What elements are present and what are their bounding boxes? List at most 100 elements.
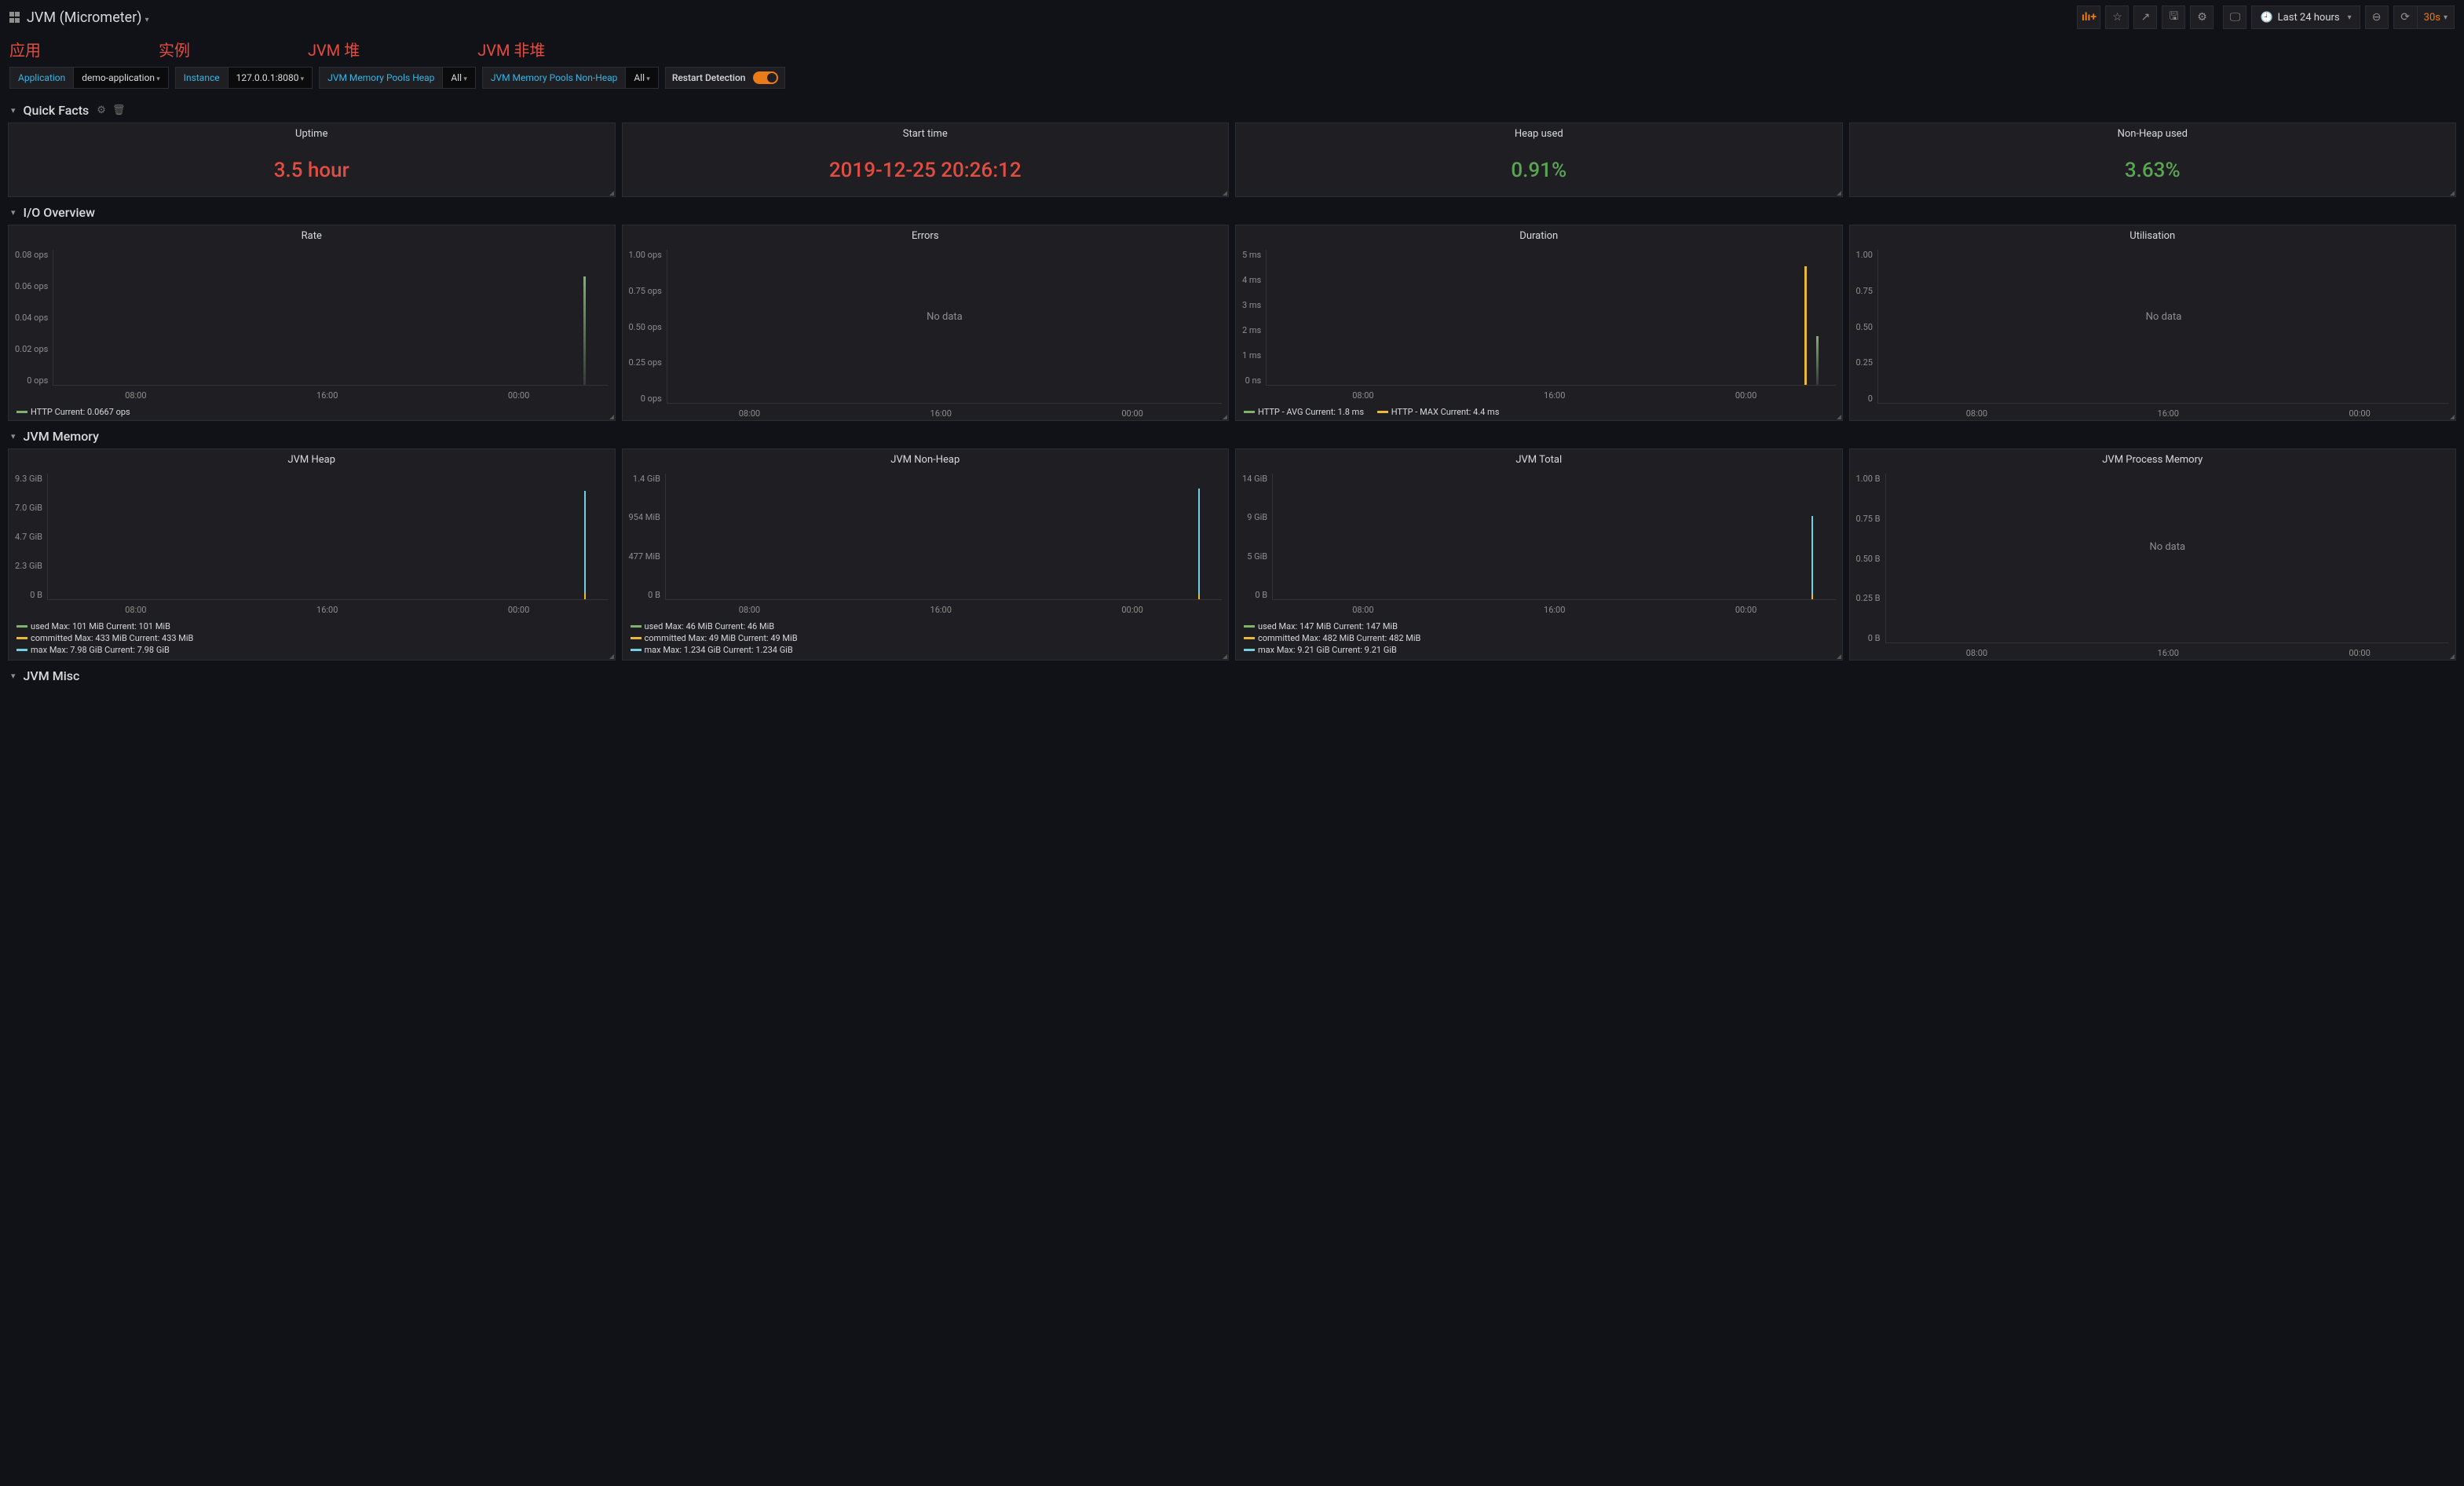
row-memory-header[interactable]: JVM Memory	[0, 421, 2464, 448]
x-axis: 08:0016:0000:00	[1850, 646, 2456, 660]
trash-icon[interactable]: 🗑	[112, 104, 126, 116]
panel-start-time-title: Start time	[623, 123, 1229, 145]
panel-uptime[interactable]: Uptime 3.5 hour	[8, 123, 616, 197]
x-axis: 08:0016:0000:00	[9, 603, 615, 617]
panel-uptime-title: Uptime	[9, 123, 615, 145]
var-nonheap[interactable]: JVM Memory Pools Non-Heap All	[482, 67, 659, 89]
gear-icon[interactable]: ⚙	[97, 104, 106, 116]
panel-duration-title: Duration	[1236, 225, 1842, 247]
panel-rate[interactable]: Rate 0.08 ops0.06 ops0.04 ops0.02 ops0 o…	[8, 225, 616, 421]
template-vars: Application demo-application Instance 12…	[0, 60, 2464, 95]
panel-jvm-total[interactable]: JVM Total 14 GiB9 GiB5 GiB0 B 08:0016:00…	[1235, 448, 1843, 661]
var-nonheap-label: JVM Memory Pools Non-Heap	[482, 67, 626, 89]
panel-jvm-nonheap-title: JVM Non-Heap	[623, 449, 1229, 470]
save-icon[interactable]: 🖫	[2162, 5, 2185, 29]
plot-area[interactable]: No data	[1885, 474, 2449, 643]
var-application[interactable]: Application demo-application	[9, 67, 169, 89]
row-misc-title: JVM Misc	[24, 668, 80, 683]
row-quick-facts-header[interactable]: Quick Facts ⚙ 🗑	[0, 95, 2464, 123]
resize-handle[interactable]	[1223, 654, 1227, 659]
panel-utilisation-title: Utilisation	[1850, 225, 2456, 247]
panel-jvm-heap[interactable]: JVM Heap 9.3 GiB7.0 GiB4.7 GiB2.3 GiB0 B…	[8, 448, 616, 661]
resize-handle[interactable]	[1837, 654, 1841, 659]
legend: used Max: 101 MiB Current: 101 MiB commi…	[9, 617, 615, 660]
legend: HTTP Current: 0.0667 ops	[9, 402, 615, 420]
y-axis: 5 ms4 ms3 ms2 ms1 ms0 ns	[1242, 250, 1266, 386]
var-heap-value[interactable]: All	[442, 67, 475, 89]
legend: HTTP - AVG Current: 1.8 ms HTTP - MAX Cu…	[1236, 402, 1842, 420]
data-spike-committed	[1811, 595, 1813, 599]
data-spike-max	[584, 491, 586, 599]
resize-handle[interactable]	[609, 654, 614, 659]
x-axis: 08:0016:0000:00	[623, 407, 1229, 420]
panel-jvm-nonheap[interactable]: JVM Non-Heap 1.4 GiB954 MiB477 MiB0 B 08…	[622, 448, 1230, 661]
panel-nonheap-used[interactable]: Non-Heap used 3.63%	[1849, 123, 2457, 197]
data-spike-max	[1811, 516, 1813, 599]
plot-area[interactable]	[665, 474, 1222, 600]
row-misc-header[interactable]: JVM Misc	[0, 661, 2464, 688]
resize-handle[interactable]	[1223, 415, 1227, 419]
var-instance[interactable]: Instance 127.0.0.1:8080	[175, 67, 313, 89]
chevron-down-icon	[11, 430, 16, 442]
refresh-interval[interactable]: 30s	[2417, 5, 2455, 29]
resize-handle[interactable]	[2450, 415, 2455, 419]
dashboard-icon	[9, 12, 20, 23]
resize-handle[interactable]	[2450, 191, 2455, 196]
row-quick-facts-title: Quick Facts	[24, 103, 90, 118]
star-icon[interactable]: ☆	[2105, 5, 2129, 29]
topbar: JVM (Micrometer) ılı+ ☆ ↗ 🖫 ⚙ 🖵 🕘 Last 2…	[0, 0, 2464, 35]
share-icon[interactable]: ↗	[2133, 5, 2157, 29]
plot-area[interactable]	[1272, 474, 1835, 600]
restart-detection-toggle[interactable]	[753, 71, 778, 84]
y-axis: 1.00 B0.75 B0.50 B0.25 B0 B	[1856, 474, 1885, 643]
plot-area[interactable]: No data	[667, 250, 1222, 404]
legend: used Max: 46 MiB Current: 46 MiB committ…	[623, 617, 1229, 660]
plot-area[interactable]: No data	[1877, 250, 2449, 404]
var-nonheap-value[interactable]: All	[625, 67, 658, 89]
dashboard-title[interactable]: JVM (Micrometer)	[27, 9, 149, 26]
panel-errors-title: Errors	[623, 225, 1229, 247]
row-io-title: I/O Overview	[24, 205, 95, 220]
resize-handle[interactable]	[609, 415, 614, 419]
data-spike-max	[1804, 266, 1807, 385]
var-application-value[interactable]: demo-application	[73, 67, 169, 89]
x-axis: 08:0016:0000:00	[9, 389, 615, 402]
panel-jvm-total-title: JVM Total	[1236, 449, 1842, 470]
x-axis: 08:0016:0000:00	[623, 603, 1229, 617]
panel-errors[interactable]: Errors 1.00 ops0.75 ops0.50 ops0.25 ops0…	[622, 225, 1230, 421]
plot-area[interactable]	[47, 474, 608, 600]
resize-handle[interactable]	[609, 191, 614, 196]
restart-detection-label: Restart Detection	[672, 72, 746, 83]
panel-nonheap-used-title: Non-Heap used	[1850, 123, 2456, 145]
plot-area[interactable]	[1266, 250, 1835, 386]
panel-utilisation[interactable]: Utilisation 1.000.750.500.250 No data 08…	[1849, 225, 2457, 421]
x-axis: 08:0016:0000:00	[1850, 407, 2456, 420]
panel-jvm-process[interactable]: JVM Process Memory 1.00 B0.75 B0.50 B0.2…	[1849, 448, 2457, 661]
tv-mode-icon[interactable]: 🖵	[2223, 5, 2246, 29]
refresh-icon[interactable]: ⟳	[2393, 5, 2417, 29]
panel-duration[interactable]: Duration 5 ms4 ms3 ms2 ms1 ms0 ns 08:001…	[1235, 225, 1843, 421]
var-application-label: Application	[9, 67, 73, 89]
row-io-header[interactable]: I/O Overview	[0, 197, 2464, 225]
resize-handle[interactable]	[2450, 654, 2455, 659]
zoom-out-icon[interactable]: ⊖	[2365, 5, 2389, 29]
panel-start-time[interactable]: Start time 2019-12-25 20:26:12	[622, 123, 1230, 197]
var-heap[interactable]: JVM Memory Pools Heap All	[319, 67, 476, 89]
settings-icon[interactable]: ⚙	[2190, 5, 2214, 29]
add-panel-icon[interactable]: ılı+	[2077, 5, 2100, 29]
data-spike-avg	[1816, 336, 1819, 385]
annotation-instance: 实例	[159, 38, 190, 60]
panel-heap-used-title: Heap used	[1236, 123, 1842, 145]
panel-heap-used[interactable]: Heap used 0.91%	[1235, 123, 1843, 197]
plot-area[interactable]	[53, 250, 608, 386]
resize-handle[interactable]	[1223, 191, 1227, 196]
no-data-label: No data	[1886, 541, 2449, 553]
resize-handle[interactable]	[1837, 191, 1841, 196]
time-range-picker[interactable]: 🕘 Last 24 hours	[2251, 5, 2360, 29]
y-axis: 1.00 ops0.75 ops0.50 ops0.25 ops0 ops	[629, 250, 667, 404]
var-heap-label: JVM Memory Pools Heap	[319, 67, 442, 89]
chevron-down-icon	[11, 104, 16, 116]
panel-uptime-value: 3.5 hour	[9, 145, 615, 196]
var-instance-value[interactable]: 127.0.0.1:8080	[228, 67, 313, 89]
resize-handle[interactable]	[1837, 415, 1841, 419]
